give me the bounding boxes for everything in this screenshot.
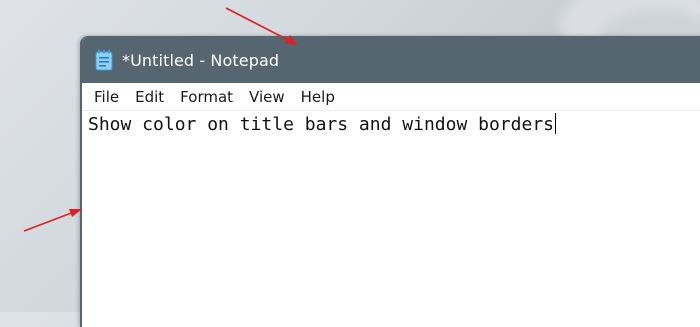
text-caret <box>555 113 556 134</box>
text-editor[interactable]: Show color on title bars and window bord… <box>82 111 700 137</box>
menu-bar: File Edit Format View Help <box>82 83 700 111</box>
window-title: *Untitled - Notepad <box>122 50 280 70</box>
title-bar[interactable]: *Untitled - Notepad <box>82 37 700 83</box>
notepad-icon <box>95 49 113 71</box>
window-border-arrow <box>23 209 82 232</box>
editor-text: Show color on title bars and window bord… <box>88 114 554 135</box>
menu-help[interactable]: Help <box>295 85 341 109</box>
notepad-window[interactable]: *Untitled - Notepad File Edit Format Vie… <box>80 36 700 327</box>
menu-file[interactable]: File <box>88 85 125 109</box>
menu-view[interactable]: View <box>243 85 291 109</box>
menu-format[interactable]: Format <box>174 85 239 109</box>
menu-edit[interactable]: Edit <box>129 85 170 109</box>
